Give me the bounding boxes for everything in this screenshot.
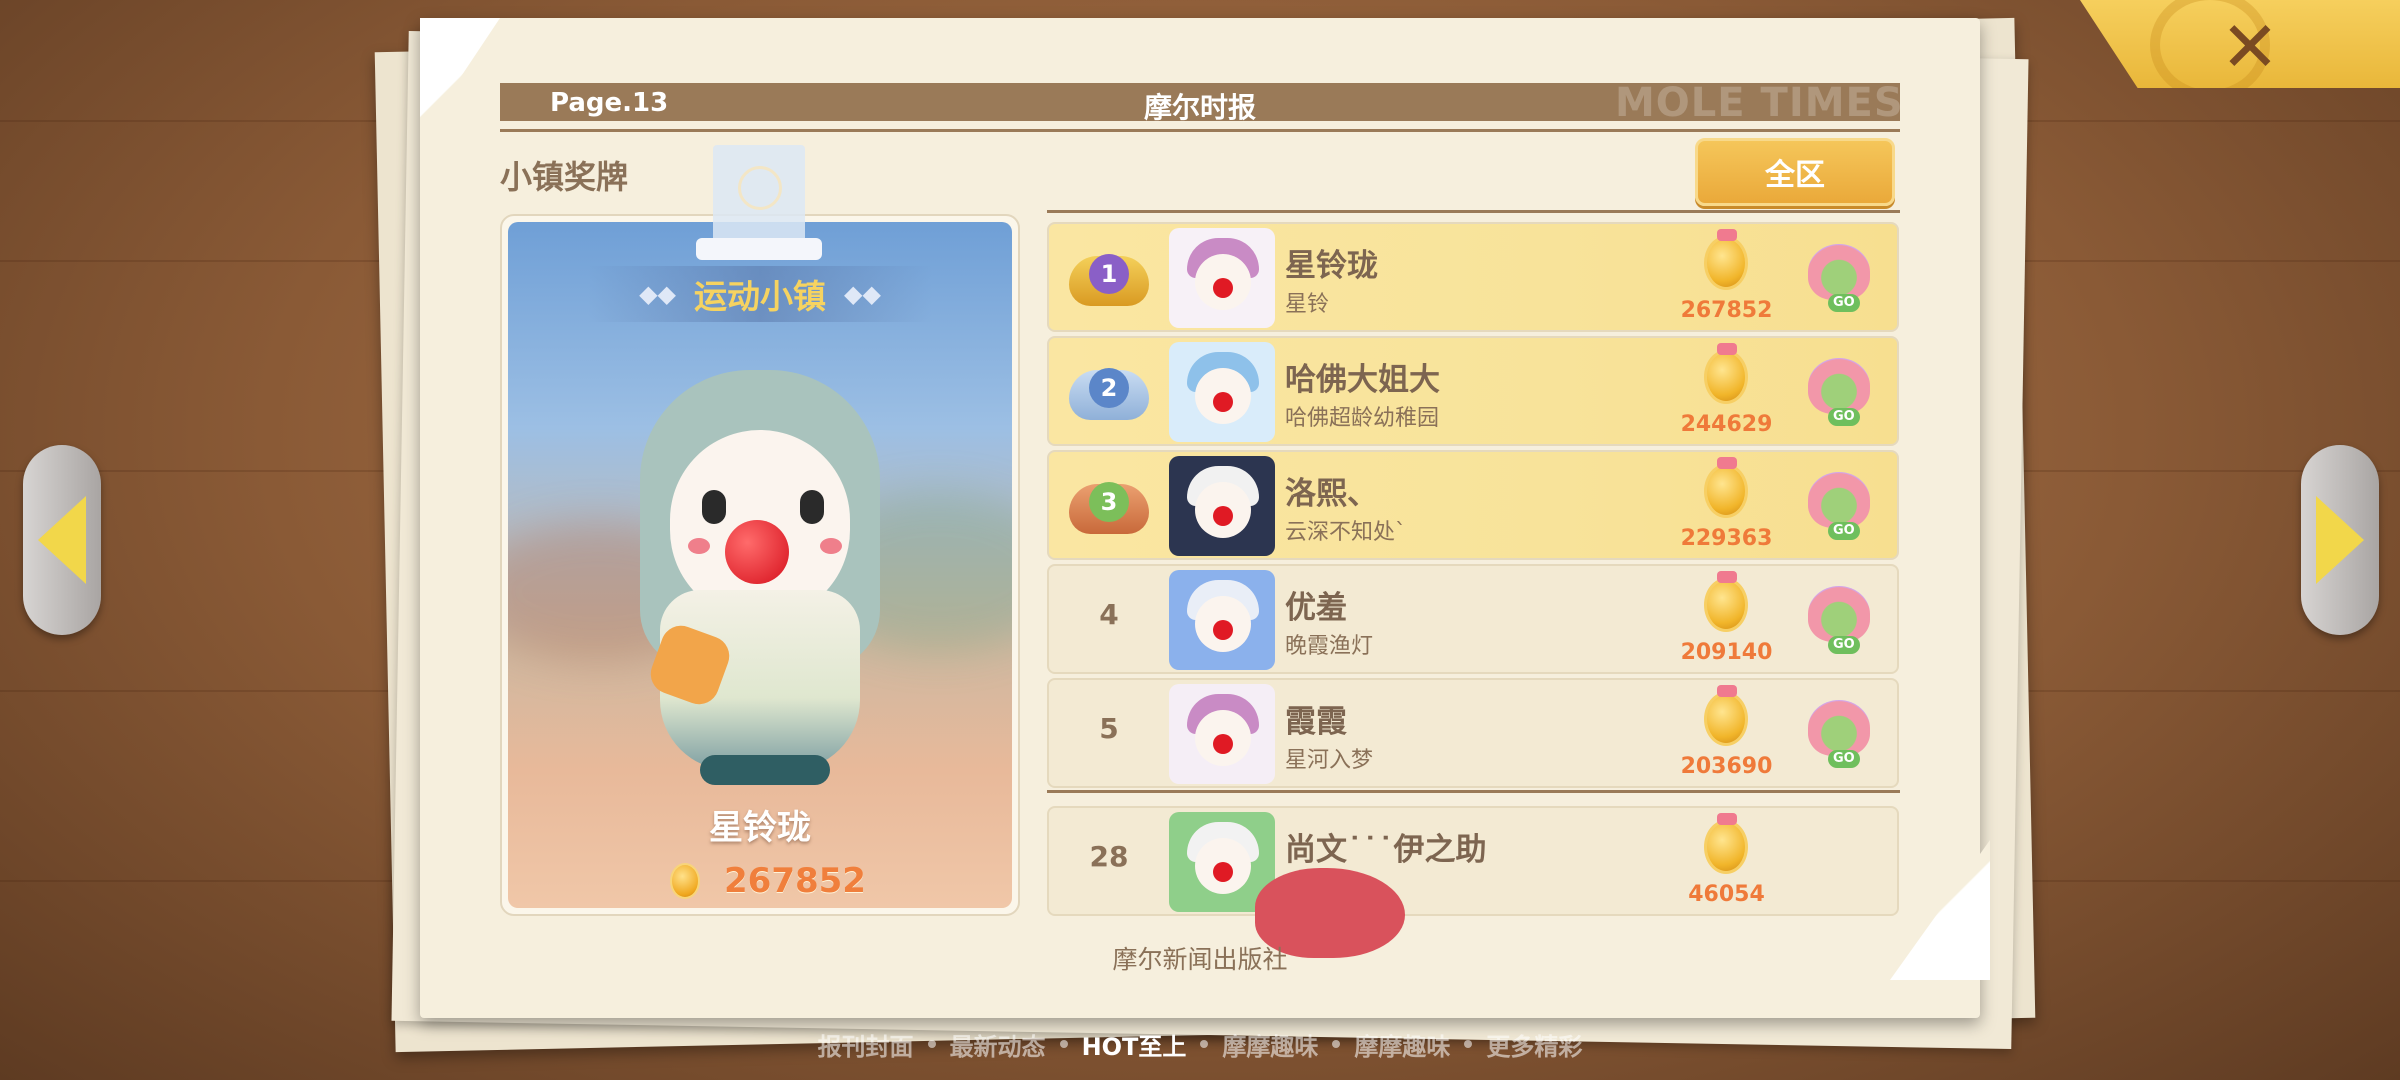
diamond-icon: ◆◆ (639, 280, 676, 308)
go-visit-icon (1808, 472, 1870, 528)
featured-score: 267852 (724, 861, 866, 901)
region-filter-button[interactable]: 全区 (1695, 138, 1895, 206)
medal-coin-icon (1704, 343, 1748, 404)
nav-hot[interactable]: HOT至上 (1082, 1027, 1187, 1062)
player-town: 哈佛超龄幼稚园 (1285, 406, 1440, 431)
player-town: 晚霞渔灯 (1285, 634, 1374, 659)
page-number: Page.13 (550, 88, 669, 118)
close-icon[interactable]: ✕ (2215, 12, 2285, 82)
medal-coin-icon (1704, 229, 1748, 290)
nav-separator (1332, 1040, 1341, 1048)
go-visit-icon (1808, 358, 1870, 414)
nav-separator (1200, 1040, 1209, 1048)
rank-number: 5 (1099, 712, 1119, 745)
rank-row[interactable]: 2 哈佛大姐大 哈佛超龄幼稚园 244629 GO (1047, 336, 1899, 446)
nav-separator (1059, 1040, 1068, 1048)
player-town: 星铃 (1285, 292, 1330, 317)
player-town: 云深不知处` (1285, 520, 1407, 545)
mole-times-watermark: MOLE TIMES (1615, 80, 1904, 126)
bottom-nav: 报刊封面 最新动态 HOT至上 摩摩趣味 摩摩趣味 更多精彩 (700, 1024, 1700, 1064)
go-visit-button[interactable]: GO (1804, 470, 1874, 542)
medal-coin-icon (1704, 457, 1748, 518)
rank-number: 4 (1099, 598, 1119, 631)
featured-name: 星铃珑 (709, 808, 811, 848)
rank-row[interactable]: 1 星铃珑 星铃 267852 GO (1047, 222, 1899, 332)
player-score: 229363 (1680, 526, 1773, 551)
avatar (1169, 456, 1275, 556)
town-banner: ◆◆ 运动小镇 ◆◆ (588, 266, 932, 322)
go-visit-button[interactable]: GO (1804, 356, 1874, 428)
go-visit-button[interactable]: GO (1804, 242, 1874, 314)
nav-fun-2[interactable]: 摩摩趣味 (1354, 1027, 1450, 1062)
newspaper-title: 摩尔时报 (1143, 91, 1256, 124)
player-name: 霞霞 (1285, 704, 1347, 740)
go-visit-icon (1808, 700, 1870, 756)
avatar (1169, 684, 1275, 784)
go-visit-icon (1808, 244, 1870, 300)
rank-number: 28 (1089, 840, 1129, 873)
player-score: 244629 (1680, 412, 1773, 437)
section-title: 小镇奖牌 (500, 158, 629, 196)
rank-2-badge-icon: 2 (1069, 356, 1149, 430)
medal-coin-icon (670, 863, 700, 899)
player-name: 优羞 (1285, 590, 1347, 626)
go-visit-button[interactable]: GO (1804, 584, 1874, 656)
clip-ring-icon (738, 166, 782, 210)
featured-character (620, 370, 900, 790)
rank-3-badge-icon: 3 (1069, 470, 1149, 544)
medal-coin-icon (1704, 813, 1748, 874)
rank-1-badge-icon: 1 (1069, 242, 1149, 316)
town-label: 运动小镇 (694, 277, 826, 316)
publisher-label: 摩尔新闻出版社 (1112, 945, 1288, 974)
medal-coin-icon (1704, 685, 1748, 746)
nav-more[interactable]: 更多精彩 (1486, 1027, 1582, 1062)
player-name: 星铃珑 (1285, 248, 1378, 284)
nav-separator (927, 1040, 936, 1048)
arrow-right-icon (2316, 496, 2364, 584)
diamond-icon: ◆◆ (844, 280, 881, 308)
my-rank-row[interactable]: 28 尚文˙˙˙伊之助 46054 (1047, 806, 1899, 916)
rank-row[interactable]: 3 洛熙、 云深不知处` 229363 GO (1047, 450, 1899, 560)
go-visit-icon (1808, 586, 1870, 642)
next-page-button[interactable] (2290, 440, 2390, 640)
header-rule (500, 129, 1900, 132)
featured-score-row: 267852 (670, 858, 910, 904)
player-score: 267852 (1680, 298, 1773, 323)
card-clip-bar (696, 238, 822, 260)
player-town: 星河入梦 (1285, 748, 1374, 773)
nav-latest[interactable]: 最新动态 (950, 1027, 1046, 1062)
rank-row[interactable]: 5 霞霞 星河入梦 203690 GO (1047, 678, 1899, 788)
player-score: 203690 (1680, 754, 1773, 779)
player-score: 209140 (1680, 640, 1773, 665)
avatar (1169, 570, 1275, 670)
list-divider-bottom (1047, 790, 1900, 793)
avatar (1169, 342, 1275, 442)
nav-separator (1464, 1040, 1473, 1048)
nav-fun-1[interactable]: 摩摩趣味 (1222, 1027, 1318, 1062)
avatar (1169, 228, 1275, 328)
medal-coin-icon (1704, 571, 1748, 632)
nav-cover[interactable]: 报刊封面 (818, 1027, 914, 1062)
player-name: 哈佛大姐大 (1285, 362, 1440, 398)
player-name: 尚文˙˙˙伊之助 (1285, 832, 1487, 868)
player-score: 46054 (1688, 882, 1765, 907)
go-visit-button[interactable]: GO (1804, 698, 1874, 770)
prev-page-button[interactable] (12, 440, 112, 640)
player-name: 洛熙、 (1285, 476, 1378, 512)
list-divider-top (1047, 210, 1900, 213)
rank-row[interactable]: 4 优羞 晚霞渔灯 209140 GO (1047, 564, 1899, 674)
arrow-left-icon (38, 496, 86, 584)
